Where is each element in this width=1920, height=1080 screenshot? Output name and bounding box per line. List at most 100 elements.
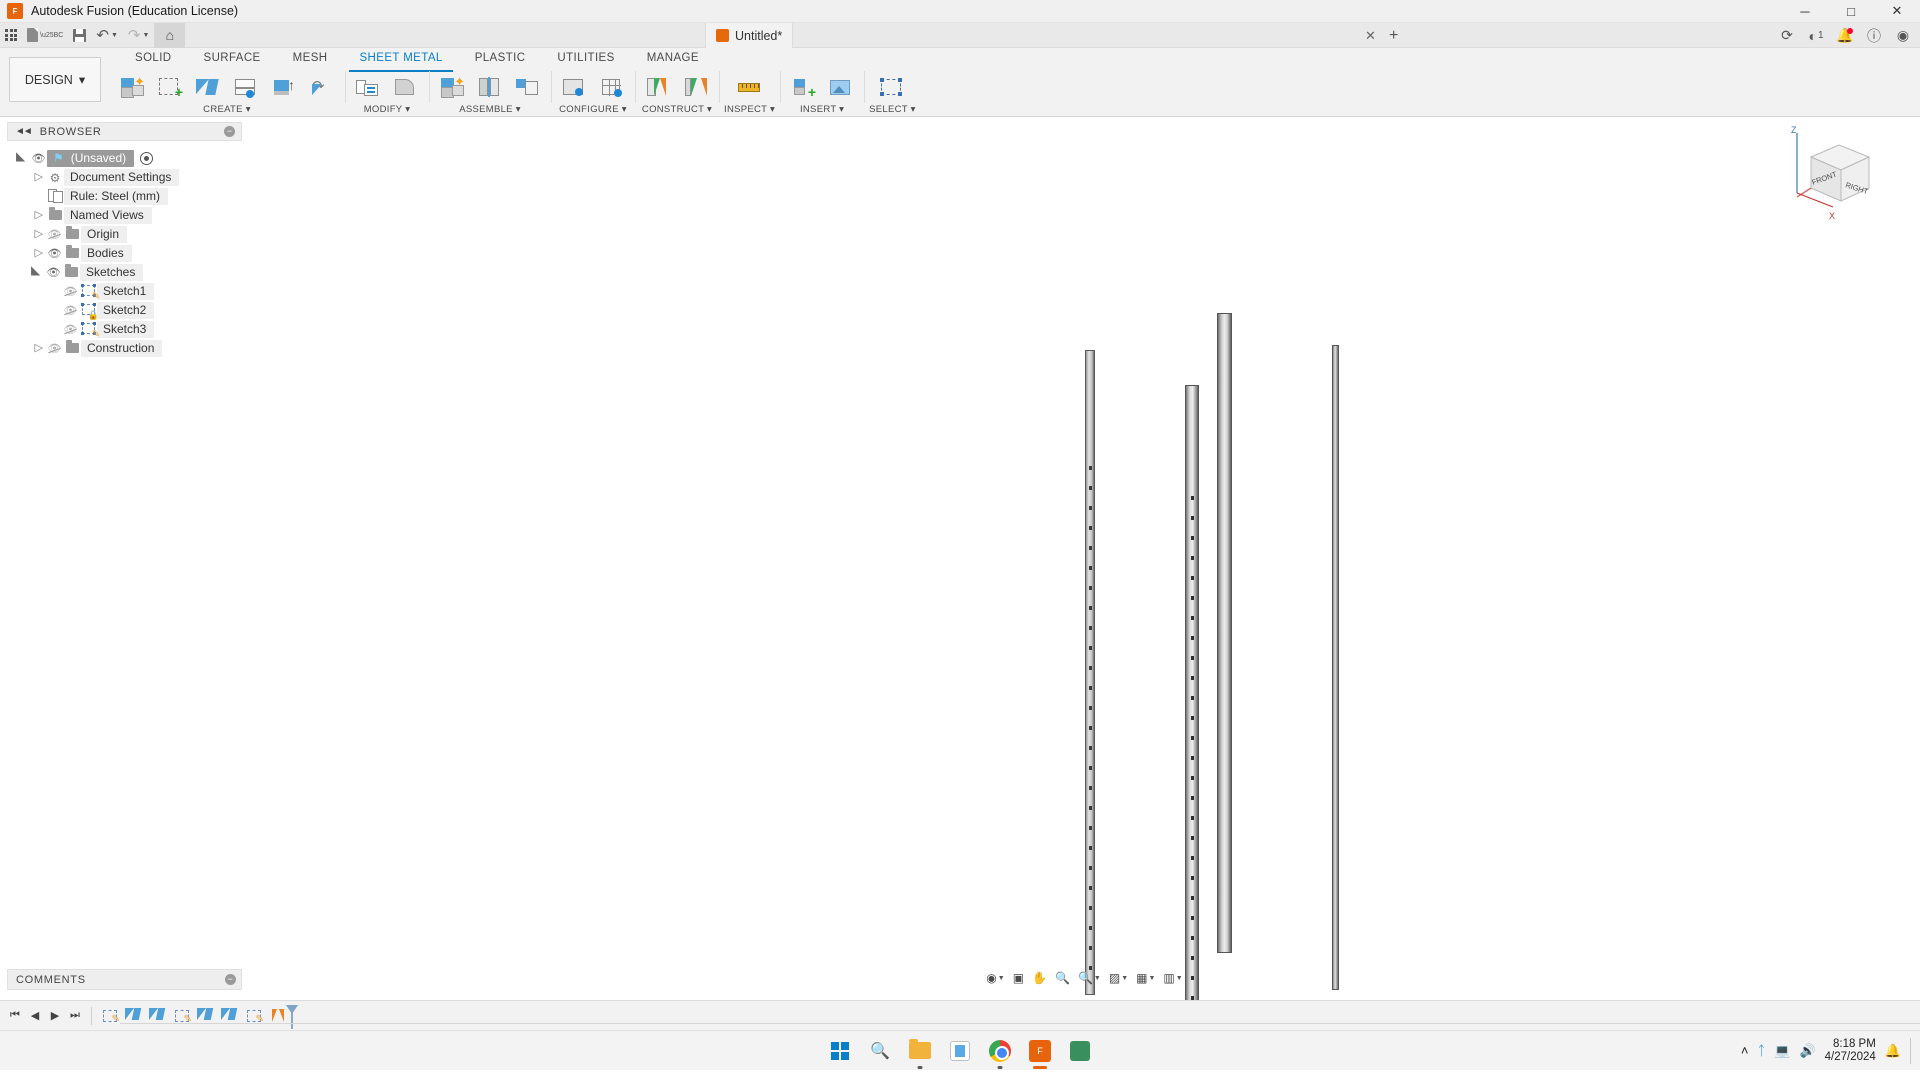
start-button[interactable] <box>826 1037 854 1065</box>
timeline-track[interactable] <box>120 1023 1920 1024</box>
close-button[interactable]: ✕ <box>1874 0 1920 23</box>
activate-radio-icon[interactable] <box>140 152 154 165</box>
expander-right-icon[interactable] <box>30 227 46 240</box>
expander-down-icon[interactable] <box>29 268 45 278</box>
tree-item-unsaved[interactable]: 👁 ⚑ (Unsaved) <box>0 149 249 168</box>
create-sketch-icon[interactable]: + <box>152 70 188 104</box>
timeline-marker[interactable] <box>286 1005 298 1029</box>
timeline-step-back-button[interactable]: ◀ <box>26 1005 44 1027</box>
expander-right-icon[interactable] <box>30 208 46 221</box>
insert-derive-icon[interactable]: + <box>785 70 821 104</box>
minimize-button[interactable]: ─ <box>1782 0 1828 23</box>
timeline-go-end-button[interactable]: ⏭ <box>66 1005 84 1027</box>
tab-utilities[interactable]: UTILITIES <box>541 48 630 69</box>
tree-item-rule-steel[interactable]: Rule: Steel (mm) <box>0 187 249 206</box>
file-explorer-button[interactable] <box>906 1037 934 1069</box>
notifications-icon[interactable]: 🔔 <box>1832 23 1858 48</box>
bluetooth-icon[interactable]: ᛏ <box>1757 1043 1765 1058</box>
pan-icon[interactable]: ✋ <box>1029 968 1050 988</box>
tree-item-sketch2[interactable]: 👁 🔒 Sketch2 <box>0 301 249 320</box>
apps-grid-button[interactable] <box>0 23 22 48</box>
viewports-icon[interactable]: ▥ ▼ <box>1160 968 1185 988</box>
display-settings-icon[interactable]: ▨ ▼ <box>1106 968 1131 988</box>
look-at-icon[interactable]: ▣ <box>1010 968 1027 988</box>
new-document-button[interactable]: \u25BC <box>22 23 68 48</box>
configure-design-icon[interactable] <box>556 70 592 104</box>
visibility-eye-off-icon[interactable]: 👁 <box>46 228 63 241</box>
convert-to-sheet-metal-icon[interactable] <box>388 70 424 104</box>
sheet-metal-strip-3[interactable] <box>1217 313 1232 953</box>
visibility-eye-off-icon[interactable]: 👁 <box>62 304 79 317</box>
timeline-go-start-button[interactable]: ⏮ <box>6 1005 24 1027</box>
tab-manage[interactable]: MANAGE <box>631 48 715 69</box>
tab-surface[interactable]: SURFACE <box>188 48 277 69</box>
visibility-eye-off-icon[interactable]: 👁 <box>62 323 79 336</box>
show-desktop-icon[interactable] <box>1910 1037 1914 1064</box>
select-window-icon[interactable] <box>874 70 910 104</box>
new-component-icon[interactable]: ✦ <box>434 70 470 104</box>
timeline-sketch1[interactable]: ✎ <box>99 1005 121 1027</box>
redo-button[interactable]: ↷ ▼ <box>123 23 155 48</box>
tree-item-sketch3[interactable]: 👁 ✎ Sketch3 <box>0 320 249 340</box>
tree-item-sketch1[interactable]: 👁 ✎ Sketch1 <box>0 282 249 302</box>
maximize-button[interactable]: □ <box>1828 0 1874 23</box>
collapse-left-icon[interactable]: ◄◄ <box>15 126 33 137</box>
panel-options-icon[interactable]: − <box>224 126 235 137</box>
tab-mesh[interactable]: MESH <box>277 48 344 69</box>
flange-icon[interactable] <box>190 70 226 104</box>
visibility-eye-off-icon[interactable]: 👁 <box>62 285 79 298</box>
account-icon[interactable]: ◉ <box>1890 23 1916 48</box>
microsoft-store-button[interactable] <box>946 1037 974 1065</box>
document-tab-close-button[interactable]: ✕ <box>1365 28 1376 44</box>
visibility-eye-icon[interactable]: 👁 <box>46 247 63 260</box>
expander-right-icon[interactable] <box>30 170 46 183</box>
tree-item-origin[interactable]: 👁 Origin <box>0 225 249 244</box>
sheet-metal-strip-4[interactable] <box>1332 345 1339 990</box>
visibility-eye-icon[interactable]: 👁 <box>30 152 47 165</box>
tray-chevron-icon[interactable]: ˄ <box>1741 1043 1749 1058</box>
expander-right-icon[interactable] <box>30 246 46 259</box>
new-sheet-metal-component-icon[interactable]: ✦ <box>114 70 150 104</box>
face-icon[interactable]: ↑ <box>266 70 302 104</box>
orbit-icon[interactable]: ◉ ▼ <box>983 968 1007 988</box>
home-button[interactable]: ⌂ <box>154 22 186 48</box>
tree-item-construction[interactable]: 👁 Construction <box>0 339 249 358</box>
zoom-window-icon[interactable]: 🔍 ▼ <box>1075 968 1104 988</box>
new-tab-button[interactable]: + <box>1389 27 1398 45</box>
sheet-metal-strip-2[interactable] <box>1185 385 1199 1000</box>
tree-item-document-settings[interactable]: ⚙ Document Settings <box>0 168 249 187</box>
network-icon[interactable]: 💻 <box>1774 1043 1790 1059</box>
expander-right-icon[interactable] <box>30 341 46 354</box>
calculator-button[interactable] <box>1066 1037 1094 1065</box>
zoom-icon[interactable]: 🔍 <box>1052 968 1073 988</box>
tab-solid[interactable]: SOLID <box>119 48 188 69</box>
tree-item-sketches[interactable]: 👁 Sketches <box>0 263 249 282</box>
document-tab[interactable]: Untitled* <box>705 23 794 48</box>
panel-options-icon[interactable]: − <box>225 974 236 985</box>
refresh-icon[interactable]: ⟳ <box>1774 23 1800 48</box>
plane-at-angle-icon[interactable] <box>678 70 714 104</box>
comments-panel[interactable]: COMMENTS − <box>7 969 242 990</box>
grid-snap-icon[interactable]: ▦ ▼ <box>1133 968 1158 988</box>
visibility-eye-icon[interactable]: 👁 <box>45 266 62 279</box>
expander-down-icon[interactable] <box>14 154 30 164</box>
fusion-button[interactable]: F <box>1026 1037 1054 1069</box>
save-button[interactable] <box>68 23 91 48</box>
chrome-button[interactable] <box>986 1037 1014 1069</box>
undo-button[interactable]: ↶ ▼ <box>91 23 123 48</box>
viewport-canvas[interactable]: FRONT RIGHT Z X ◉ ▼ ▣ ✋ 🔍 🔍 ▼ ▨ ▼ ▦ ▼ ▥ ▼ <box>249 117 1920 1000</box>
workspace-selector[interactable]: DESIGN ▾ <box>9 57 101 102</box>
search-button[interactable]: 🔍 <box>866 1037 894 1065</box>
tab-plastic[interactable]: PLASTIC <box>459 48 542 69</box>
measure-icon[interactable] <box>732 70 768 104</box>
timeline-play-button[interactable]: ▶ <box>46 1005 64 1027</box>
tab-sheet-metal[interactable]: SHEET METAL <box>343 48 458 72</box>
contour-flange-icon[interactable] <box>228 70 264 104</box>
configuration-table-icon[interactable] <box>594 70 630 104</box>
bend-icon[interactable]: ↷ <box>304 70 340 104</box>
unfold-icon[interactable] <box>350 70 386 104</box>
clock[interactable]: 8:18 PM 4/27/2024 <box>1825 1038 1876 1064</box>
job-status-icon[interactable]: ◐ 1 <box>1803 23 1829 48</box>
tree-item-bodies[interactable]: 👁 Bodies <box>0 244 249 263</box>
joint-icon[interactable] <box>472 70 508 104</box>
